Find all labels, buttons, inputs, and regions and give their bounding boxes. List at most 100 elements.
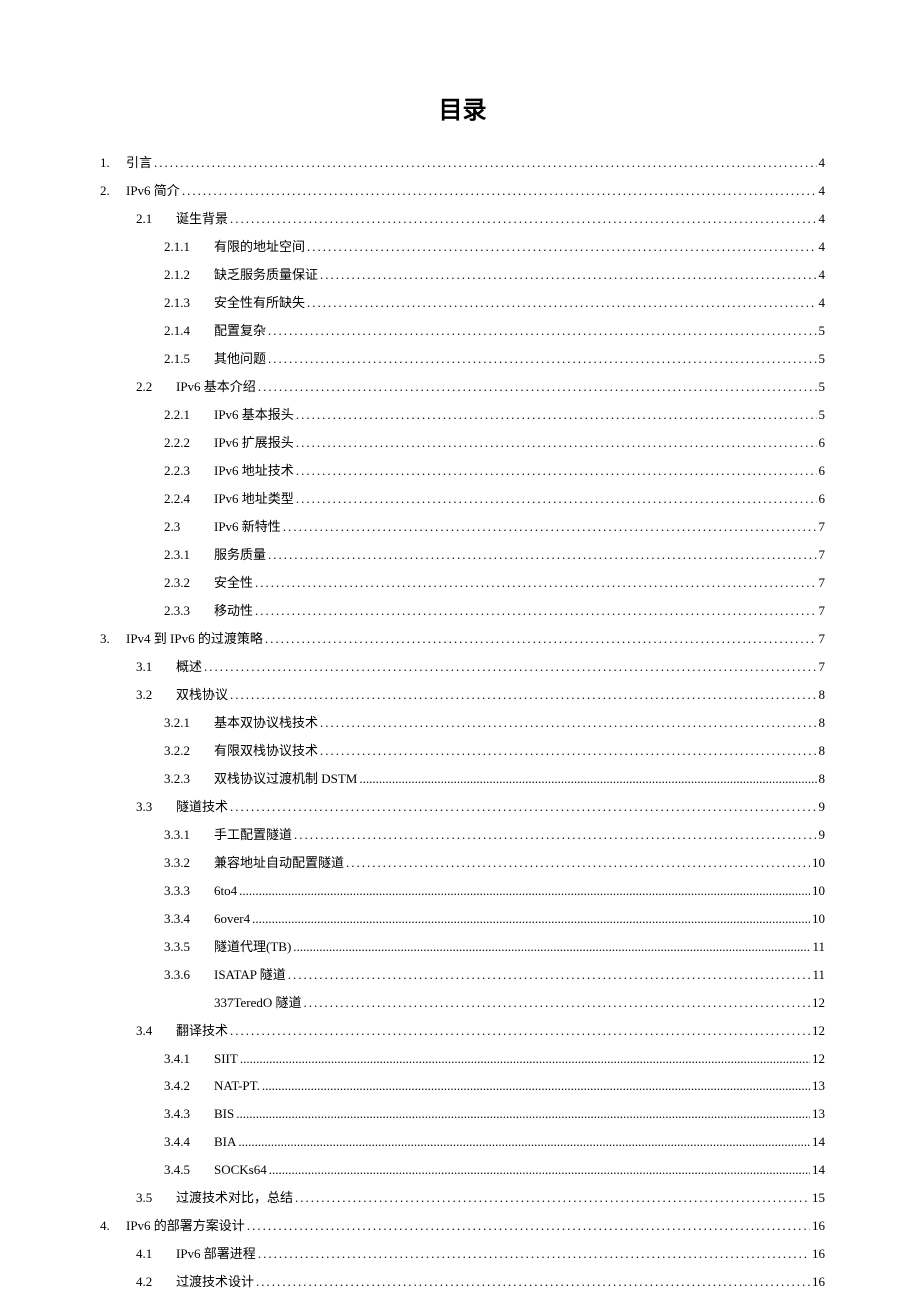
toc-entry-page: 10 [812, 909, 825, 930]
toc-entry-number: 3.4.2 [164, 1076, 214, 1097]
toc-entry-label: IPv6 地址类型 [214, 489, 294, 510]
toc-entry-page: 7 [819, 657, 826, 678]
toc-entry-label: SIIT [214, 1049, 238, 1070]
toc-entry: 3.4.5SOCKs6414 [100, 1160, 825, 1181]
toc-entry-label: IPv6 新特性 [214, 517, 281, 538]
toc-entry-page: 7 [819, 629, 826, 650]
toc-leader-dots [252, 909, 810, 930]
toc-entry-label: BIA [214, 1132, 236, 1153]
toc-entry-number: 2.2.2 [164, 433, 214, 454]
toc-entry-number: 3.3.5 [164, 937, 214, 958]
toc-entry: 3.5过渡技术对比，总结15 [100, 1188, 825, 1209]
toc-entry: 2.2.4IPv6 地址类型6 [100, 489, 825, 510]
toc-entry-label: 有限的地址空间 [214, 237, 305, 258]
toc-entry-label: 隧道代理(TB) [214, 937, 291, 958]
toc-entry-page: 16 [812, 1272, 825, 1293]
toc-entry-number: 2.2.1 [164, 405, 214, 426]
toc-entry-number: 2.3.3 [164, 601, 214, 622]
toc-entry-label: 过渡技术设计 [176, 1272, 254, 1293]
toc-entry: 2.3IPv6 新特性7 [100, 517, 825, 538]
toc-entry: 337TeredO 隧道12 [100, 993, 825, 1014]
toc-entry-page: 8 [819, 713, 826, 734]
toc-entry-number: 2.1.5 [164, 349, 214, 370]
toc-entry-label: 6to4 [214, 881, 237, 902]
toc-entry-number: 3. [100, 629, 126, 650]
toc-entry-page: 13 [812, 1104, 825, 1125]
toc-entry-label: 双栈协议 [176, 685, 228, 706]
toc-entry: 4.IPv6 的部署方案设计16 [100, 1216, 825, 1237]
toc-entry-label: IPv6 扩展报头 [214, 433, 294, 454]
toc-leader-dots [258, 377, 817, 398]
toc-entry-page: 9 [819, 797, 826, 818]
toc-leader-dots [236, 1104, 810, 1125]
toc-leader-dots [294, 825, 816, 846]
toc-entry-label: 兼容地址自动配置隧道 [214, 853, 344, 874]
toc-entry-page: 12 [812, 993, 825, 1014]
toc-entry-page: 16 [812, 1244, 825, 1265]
toc-entry-page: 11 [812, 937, 825, 958]
toc-entry-number: 3.2.1 [164, 713, 214, 734]
toc-entry-number: 2.1.3 [164, 293, 214, 314]
toc-entry-label: 配置复杂 [214, 321, 266, 342]
toc-leader-dots [262, 1076, 810, 1097]
toc-entry-number: 1. [100, 153, 126, 174]
toc-entry-page: 5 [819, 349, 826, 370]
toc-entry: 2.1.3安全性有所缺失4 [100, 293, 825, 314]
toc-entry: 4.1IPv6 部署进程16 [100, 1244, 825, 1265]
toc-entry: 3.4.2NAT-PT.13 [100, 1076, 825, 1097]
toc-entry-label: IPv4 到 IPv6 的过渡策略 [126, 629, 263, 650]
toc-leader-dots [154, 153, 816, 174]
toc-entry: 3.3.36to410 [100, 881, 825, 902]
toc-entry-page: 15 [812, 1188, 825, 1209]
toc-entry: 3.3.46over410 [100, 909, 825, 930]
toc-entry: 1.引言4 [100, 153, 825, 174]
toc-leader-dots [230, 1021, 810, 1042]
toc-entry-number: 4. [100, 1216, 126, 1237]
toc-entry: 3.3隧道技术9 [100, 797, 825, 818]
toc-leader-dots [296, 405, 817, 426]
toc-leader-dots [230, 209, 816, 230]
toc-entry-label: 移动性 [214, 601, 253, 622]
toc-leader-dots [258, 1244, 810, 1265]
toc-entry-page: 6 [819, 489, 826, 510]
toc-leader-dots [247, 1216, 810, 1237]
toc-entry-label: 缺乏服务质量保证 [214, 265, 318, 286]
toc-leader-dots [296, 461, 817, 482]
toc-entry-page: 5 [819, 377, 826, 398]
toc-entry: 2.1.1有限的地址空间4 [100, 237, 825, 258]
toc-entry-label: 概述 [176, 657, 202, 678]
toc-entry-page: 4 [819, 293, 826, 314]
toc-leader-dots [230, 797, 816, 818]
toc-leader-dots [230, 685, 816, 706]
toc-entry-number: 2.2 [136, 377, 176, 398]
toc-entry-page: 7 [819, 545, 826, 566]
toc-entry: 2.1.2缺乏服务质量保证4 [100, 265, 825, 286]
toc-leader-dots [288, 965, 811, 986]
toc-entry-page: 16 [812, 1216, 825, 1237]
toc-entry-page: 4 [819, 265, 826, 286]
toc-leader-dots [238, 1132, 810, 1153]
toc-list: 1.引言42.IPv6 简介42.1诞生背景42.1.1有限的地址空间42.1.… [100, 153, 825, 1293]
toc-entry: 2.2.2IPv6 扩展报头 6 [100, 433, 825, 454]
toc-entry: 3.3.5隧道代理(TB) 11 [100, 937, 825, 958]
toc-entry-page: 6 [819, 433, 826, 454]
toc-entry-page: 8 [819, 741, 826, 762]
toc-leader-dots [268, 321, 816, 342]
toc-leader-dots [255, 573, 816, 594]
toc-entry-page: 4 [819, 237, 826, 258]
toc-entry-number: 2.1.4 [164, 321, 214, 342]
toc-entry-number: 3.5 [136, 1188, 176, 1209]
toc-leader-dots [204, 657, 816, 678]
toc-leader-dots [307, 293, 816, 314]
toc-entry-page: 5 [819, 405, 826, 426]
toc-leader-dots [320, 713, 816, 734]
toc-entry-page: 12 [812, 1021, 825, 1042]
toc-entry-number: 2.3 [164, 517, 214, 538]
toc-entry-page: 8 [819, 685, 826, 706]
toc-leader-dots [283, 517, 817, 538]
toc-entry-label: IPv6 部署进程 [176, 1244, 256, 1265]
toc-entry-label: ISATAP 隧道 [214, 965, 286, 986]
toc-entry-page: 4 [819, 153, 826, 174]
toc-entry-page: 14 [812, 1160, 825, 1181]
toc-entry-number: 3.4.4 [164, 1132, 214, 1153]
